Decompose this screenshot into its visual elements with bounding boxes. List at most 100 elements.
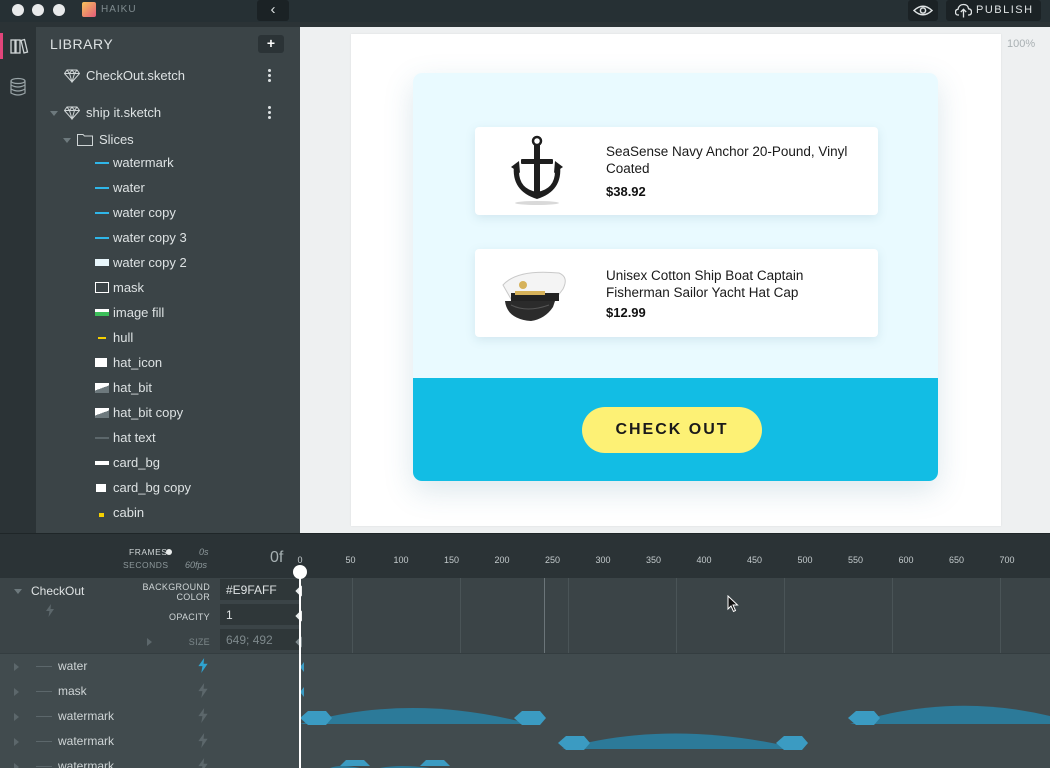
timeline-layer-row[interactable]: watermark — [0, 729, 300, 754]
slice-item[interactable]: water copy — [36, 201, 300, 225]
slice-name: hull — [113, 330, 134, 345]
ruler-tick-label: 350 — [645, 555, 662, 565]
slice-item[interactable]: hat text — [36, 426, 300, 450]
zoom-window-button[interactable] — [53, 4, 65, 16]
slice-item[interactable]: cabin — [36, 501, 300, 525]
seconds-mode-label[interactable]: SECONDS — [123, 560, 169, 570]
slice-item[interactable]: card_bg copy — [36, 476, 300, 500]
caret-down-icon[interactable] — [50, 111, 58, 116]
brand-name: HAIKU — [101, 4, 137, 15]
timeline-panel: FRAMES SECONDS 0s 60fps 0f 0 50 100 150 200 2… — [0, 533, 1050, 768]
frames-mode-toggle[interactable] — [166, 549, 172, 555]
product-price: $12.99 — [606, 305, 646, 320]
slice-item[interactable]: hat_bit copy — [36, 401, 300, 425]
expand-arrow-icon[interactable] — [14, 688, 19, 696]
slice-item[interactable]: watermark — [36, 151, 300, 175]
slice-item[interactable]: water — [36, 176, 300, 200]
ruler-tick-label: 450 — [746, 555, 763, 565]
more-options-icon[interactable] — [268, 69, 272, 83]
lightning-icon[interactable] — [198, 733, 208, 748]
rect-slice-icon — [95, 259, 109, 266]
artboard[interactable]: SeaSense Navy Anchor 20-Pound, Vinyl Coa… — [351, 34, 1001, 526]
size-field[interactable]: 649; 492 — [220, 629, 300, 651]
slice-item[interactable]: image fill — [36, 301, 300, 325]
timeline-header: FRAMES SECONDS 0s 60fps 0f 0 50 100 150 200 2… — [0, 533, 1050, 578]
ruler-tick-label: 400 — [696, 555, 712, 565]
lightning-icon[interactable] — [198, 683, 208, 698]
timeline-layer-row[interactable]: watermark — [0, 754, 300, 768]
slice-name: water copy 2 — [113, 255, 187, 270]
library-file-ship-it[interactable]: ship it.sketch — [36, 101, 300, 125]
library-panel: LIBRARY + CheckOut.sketch ship it.sketch — [36, 27, 300, 533]
more-options-icon[interactable] — [268, 106, 272, 120]
add-asset-button[interactable]: + — [258, 35, 284, 53]
file-name: CheckOut.sketch — [86, 68, 185, 83]
layer-name: mask — [58, 684, 87, 698]
playhead-handle[interactable] — [293, 565, 307, 579]
haiku-app: HAIKU ‹ PUBLISH LIBRARY + CheckOut.sketc… — [0, 0, 1050, 768]
stage-canvas[interactable]: 100% SeaSense Navy Anchor 20-Pound, Viny… — [300, 27, 1050, 533]
cloud-upload-icon — [955, 3, 972, 18]
timeline-layer-row[interactable]: water — [0, 654, 300, 679]
preview-button[interactable] — [908, 0, 938, 21]
mouse-cursor-icon — [727, 595, 739, 613]
ruler-tick-label: 200 — [494, 555, 510, 565]
slice-item[interactable]: hull — [36, 326, 300, 350]
back-button[interactable]: ‹ — [257, 0, 289, 21]
library-title: LIBRARY — [50, 36, 114, 52]
product-name: SeaSense Navy Anchor 20-Pound, Vinyl Coa… — [606, 144, 848, 176]
rail-library-button[interactable] — [0, 29, 36, 65]
lightning-icon[interactable] — [198, 658, 208, 673]
component-track[interactable] — [302, 578, 1050, 653]
property-label: BACKGROUND COLOR — [142, 582, 210, 602]
hat-icon — [95, 358, 107, 367]
slice-name: hat_bit copy — [113, 405, 184, 420]
library-folder-slices[interactable]: Slices — [36, 128, 300, 152]
expand-arrow-icon[interactable] — [14, 738, 19, 746]
eye-icon — [912, 5, 934, 16]
folder-name: Slices — [99, 132, 134, 147]
layer-tracks[interactable]: water mask watermark watermark watermark — [0, 654, 1050, 768]
slice-name: water — [113, 180, 145, 195]
opacity-field[interactable]: 1 — [220, 604, 300, 626]
caret-down-icon[interactable] — [14, 589, 22, 594]
slice-item[interactable]: hat_icon — [36, 351, 300, 375]
product-name: Unisex Cotton Ship Boat Captain Fisherma… — [606, 268, 804, 300]
frames-mode-label[interactable]: FRAMES — [129, 547, 167, 557]
property-label: OPACITY — [169, 612, 210, 622]
minimize-window-button[interactable] — [32, 4, 44, 16]
slice-name: mask — [113, 280, 145, 295]
slice-name: water copy — [113, 205, 176, 220]
slice-name: cabin — [113, 505, 145, 520]
slice-item[interactable]: mask — [36, 276, 300, 300]
anchor-image — [511, 135, 563, 205]
timeline-layer-row[interactable]: watermark — [0, 704, 300, 729]
component-name: CheckOut — [31, 584, 85, 598]
image-slice-icon — [95, 408, 109, 418]
checkout-component[interactable]: SeaSense Navy Anchor 20-Pound, Vinyl Coa… — [413, 73, 938, 481]
line-slice-icon — [95, 212, 109, 214]
library-file-checkout[interactable]: CheckOut.sketch — [36, 64, 300, 88]
line-slice-icon — [95, 162, 109, 164]
product-card[interactable]: SeaSense Navy Anchor 20-Pound, Vinyl Coa… — [475, 127, 878, 215]
timeline-layer-row[interactable]: mask — [0, 679, 300, 704]
slice-item[interactable]: water copy 3 — [36, 226, 300, 250]
product-card[interactable]: Unisex Cotton Ship Boat Captain Fisherma… — [475, 249, 878, 337]
slice-item[interactable]: card_bg — [36, 451, 300, 475]
publish-button[interactable]: PUBLISH — [946, 0, 1041, 21]
expand-arrow-icon[interactable] — [14, 713, 19, 721]
lightning-icon[interactable] — [198, 708, 208, 723]
caret-down-icon[interactable] — [63, 138, 71, 143]
checkout-background: SeaSense Navy Anchor 20-Pound, Vinyl Coa… — [413, 73, 938, 378]
checkout-button[interactable]: CHECK OUT — [582, 407, 762, 453]
lightning-icon[interactable] — [46, 604, 54, 617]
close-window-button[interactable] — [12, 4, 24, 16]
slice-item[interactable]: hat_bit — [36, 376, 300, 400]
slice-item[interactable]: water copy 2 — [36, 251, 300, 275]
expand-arrow-icon[interactable] — [14, 663, 19, 671]
background-color-field[interactable]: #E9FAFF — [220, 579, 300, 601]
expand-arrow-icon[interactable] — [14, 763, 19, 768]
lightning-icon[interactable] — [198, 758, 208, 768]
rail-state-button[interactable] — [0, 69, 36, 105]
slice-name: water copy 3 — [113, 230, 187, 245]
